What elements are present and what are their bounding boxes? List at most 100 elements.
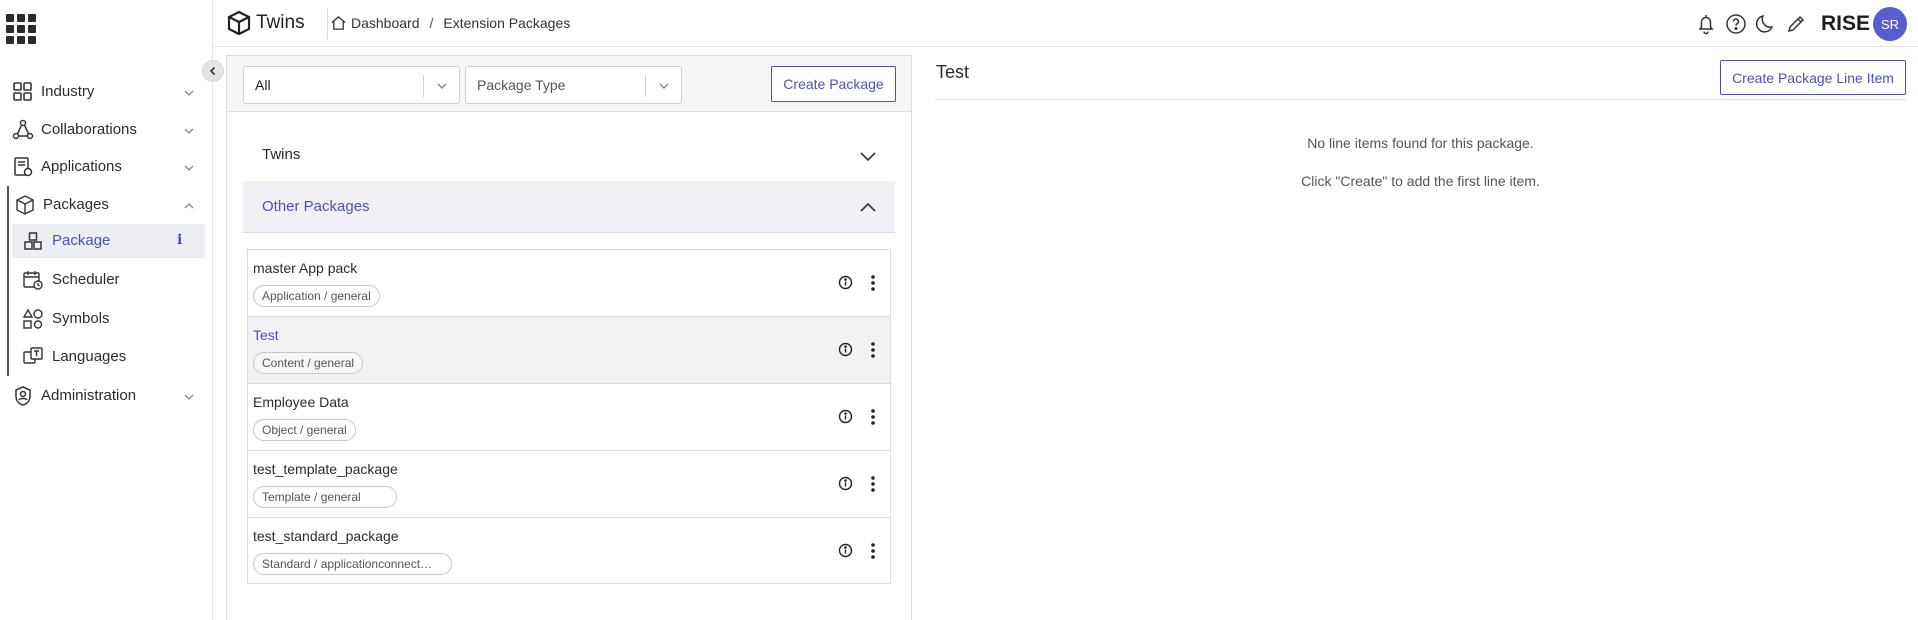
avatar[interactable]: SR (1873, 7, 1907, 41)
chevron-down-icon (183, 86, 195, 98)
languages-icon (22, 346, 44, 368)
package-type-tag: Template / general (253, 486, 397, 508)
package-type-tag: Content / general (253, 352, 364, 374)
package-row[interactable]: master App pack Application / general (248, 250, 890, 317)
scope-select[interactable]: All (243, 66, 460, 104)
dark-mode-icon[interactable] (1755, 13, 1777, 35)
chevron-up-icon (183, 199, 195, 211)
package-name: Test (253, 327, 279, 343)
sidebar-subitem-package[interactable]: Package i (12, 224, 205, 258)
scheduler-icon (22, 269, 44, 291)
create-line-item-button[interactable]: Create Package Line Item (1720, 60, 1906, 95)
chevron-down-icon (183, 390, 195, 402)
chevron-down-icon (183, 124, 195, 136)
accordion-twins[interactable]: Twins (243, 129, 895, 181)
org-name: RISE (1820, 12, 1870, 35)
symbols-icon (22, 308, 44, 330)
accordion-other-packages[interactable]: Other Packages (243, 181, 895, 233)
kebab-menu-icon[interactable] (864, 474, 882, 494)
package-list: master App pack Application / general Te… (247, 249, 891, 584)
apps-grid-icon[interactable] (6, 14, 36, 44)
breadcrumb-dashboard[interactable]: Dashboard (351, 15, 420, 31)
sidebar-subitem-label: Symbols (52, 310, 110, 327)
pencil-icon[interactable] (1785, 13, 1807, 35)
package-type-select[interactable]: Package Type (465, 66, 682, 104)
package-list-panel: All Package Type Create Package Twins Ot… (226, 55, 912, 620)
package-icon (22, 230, 44, 252)
accordion-other-label: Other Packages (262, 198, 370, 215)
empty-state-message: No line items found for this package. (1307, 135, 1534, 151)
top-header: Twins Dashboard / Extension Packages RIS… (213, 0, 1918, 47)
sidebar-subitem-symbols[interactable]: Symbols (12, 302, 205, 336)
administration-icon (12, 385, 34, 407)
bell-icon[interactable] (1695, 13, 1717, 35)
help-icon[interactable] (1725, 13, 1747, 35)
package-name: master App pack (253, 260, 358, 276)
package-type-tag: Application / general (253, 285, 380, 307)
sidebar-item-label: Administration (41, 386, 137, 404)
accordion-twins-label: Twins (262, 146, 301, 163)
package-detail-title: Test (936, 62, 970, 82)
package-type-tag: Standard / applicationconnect… (253, 553, 452, 575)
submenu-guide-line (7, 186, 9, 376)
sidebar-subitem-label: Scheduler (52, 271, 120, 288)
package-type-placeholder: Package Type (477, 77, 566, 93)
package-detail-panel: Test Create Package Line Item No line it… (935, 55, 1906, 620)
collaborations-icon (12, 119, 34, 141)
sidebar-item-collaborations[interactable]: Collaborations (0, 112, 205, 146)
breadcrumb-current: Extension Packages (443, 14, 571, 31)
info-icon[interactable] (838, 543, 853, 558)
packages-icon (14, 194, 36, 216)
breadcrumb: Dashboard / Extension Packages (314, 14, 570, 31)
package-name: test_template_package (253, 461, 398, 477)
divider (935, 99, 1906, 100)
chevron-down-icon (435, 79, 449, 93)
chevron-left-icon (209, 66, 216, 76)
package-row[interactable]: Employee Data Object / general (248, 384, 890, 451)
info-icon[interactable] (838, 342, 853, 357)
chevron-down-icon (859, 147, 877, 165)
package-row-selected[interactable]: Test Content / general (248, 317, 890, 384)
sidebar-item-label: Collaborations (41, 120, 137, 138)
chevron-down-icon (183, 161, 195, 173)
cube-logo-icon (227, 10, 251, 36)
info-icon[interactable]: i (177, 232, 182, 248)
package-name: Employee Data (253, 394, 349, 410)
package-row[interactable]: test_template_package Template / general (248, 451, 890, 518)
kebab-menu-icon[interactable] (864, 340, 882, 360)
sidebar-subitem-label: Languages (52, 348, 127, 365)
package-type-tag: Object / general (253, 419, 356, 441)
header-actions: RISE SR (1687, 7, 1918, 41)
sidebar-item-label: Industry (41, 82, 95, 100)
kebab-menu-icon[interactable] (864, 407, 882, 427)
info-icon[interactable] (838, 275, 853, 290)
filter-bar: All Package Type Create Package (227, 56, 911, 112)
sidebar-item-packages[interactable]: Packages (0, 187, 205, 221)
info-icon[interactable] (838, 476, 853, 491)
sidebar-item-label: Packages (43, 195, 109, 213)
home-icon[interactable] (330, 14, 347, 31)
kebab-menu-icon[interactable] (864, 541, 882, 561)
chevron-up-icon (859, 199, 877, 217)
package-name: test_standard_package (253, 528, 399, 544)
brand-logo[interactable]: Twins (226, 10, 305, 36)
sidebar-subitem-scheduler[interactable]: Scheduler (12, 263, 205, 297)
empty-state-hint: Click "Create" to add the first line ite… (1301, 173, 1540, 189)
kebab-menu-icon[interactable] (864, 273, 882, 293)
sidebar-subitem-label: Package (52, 232, 111, 249)
info-icon[interactable] (838, 409, 853, 424)
sidebar-collapse-button[interactable] (202, 60, 224, 82)
sidebar-item-applications[interactable]: Applications (0, 149, 205, 183)
package-row[interactable]: test_standard_package Standard / applica… (248, 518, 890, 583)
sidebar: Industry Collaborations Applications Pac… (0, 0, 213, 620)
sidebar-item-industry[interactable]: Industry (0, 74, 205, 108)
create-package-button[interactable]: Create Package (771, 66, 896, 102)
sidebar-item-administration[interactable]: Administration (0, 378, 205, 412)
sidebar-item-label: Applications (41, 157, 122, 175)
scope-select-value: All (255, 77, 271, 93)
industry-icon (12, 81, 34, 103)
chevron-down-icon (657, 79, 671, 93)
applications-icon (12, 156, 34, 178)
sidebar-subitem-languages[interactable]: Languages (12, 340, 205, 374)
brand-name: Twins (256, 12, 305, 33)
